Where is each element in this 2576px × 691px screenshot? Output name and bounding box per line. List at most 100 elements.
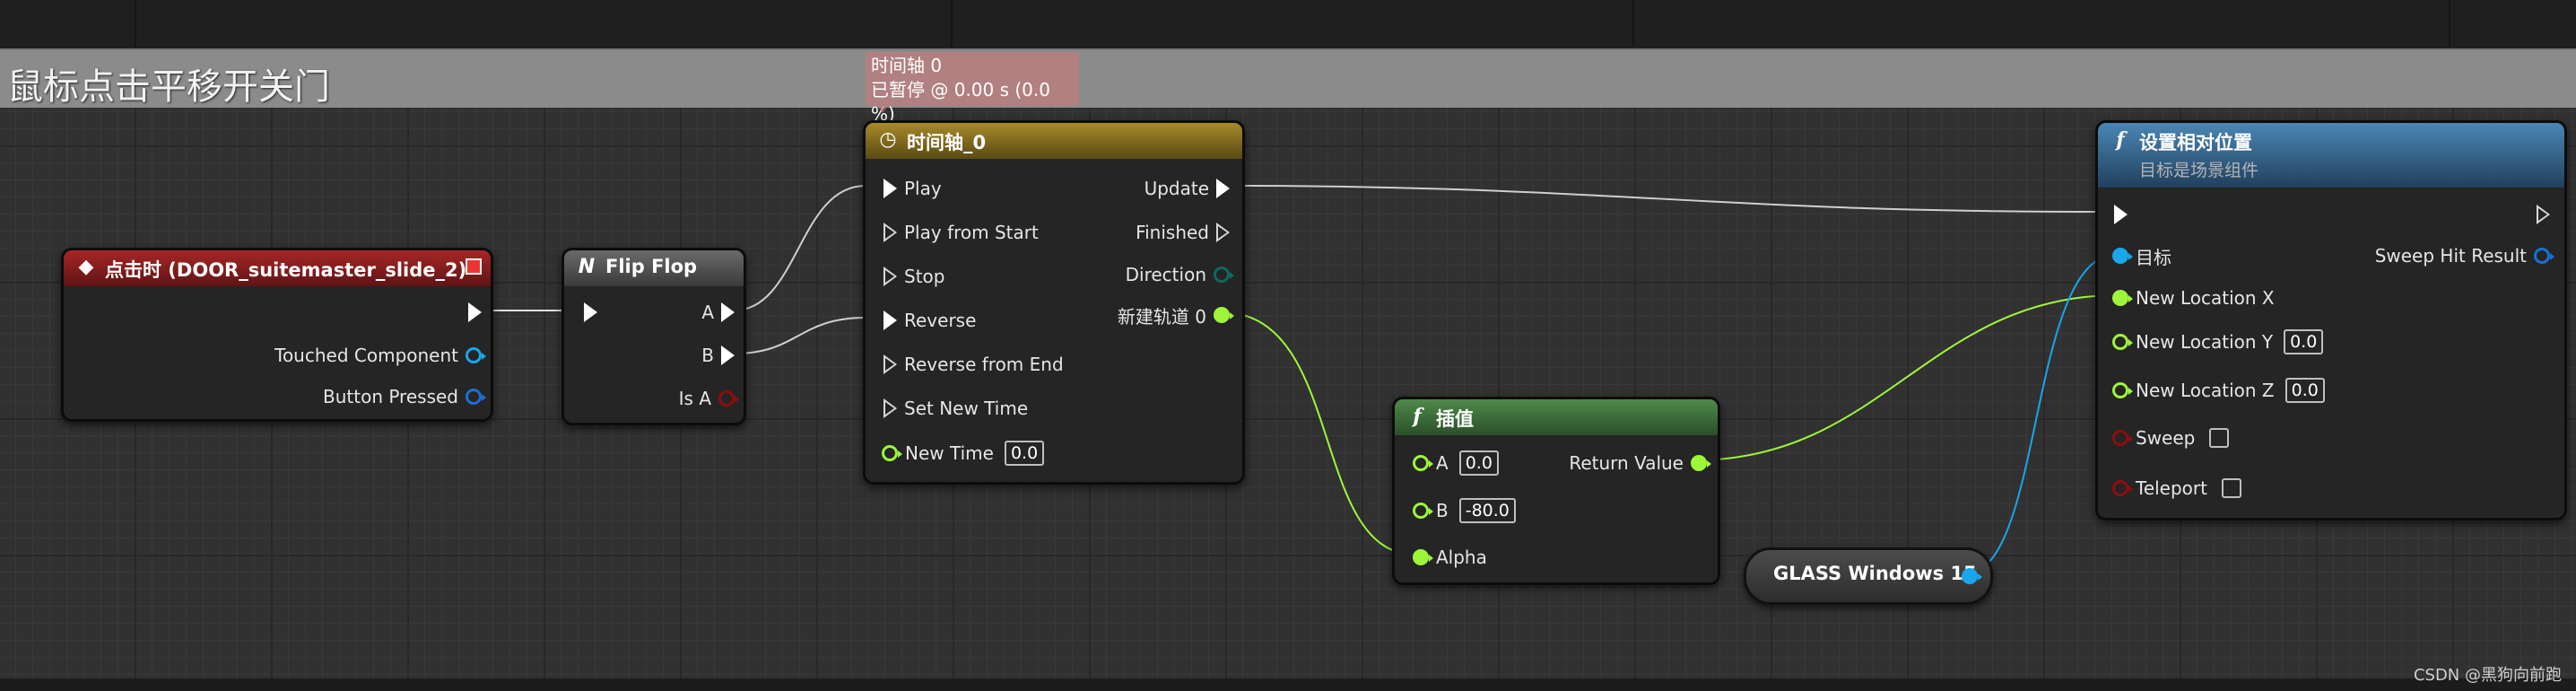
- reverse-from-end-pin[interactable]: Reverse from End: [883, 349, 1071, 380]
- variable-label: GLASS Windows 15: [1773, 563, 1977, 584]
- new-location-x-pin[interactable]: New Location X: [2112, 283, 2282, 313]
- object-pin-icon: [2112, 248, 2133, 264]
- flipflop-node-header[interactable]: N Flip Flop: [564, 250, 744, 286]
- flipflop-exec-in-pin[interactable]: [584, 297, 597, 328]
- delegate-pin-icon[interactable]: [466, 258, 482, 275]
- grid-major-line: [951, 0, 953, 47]
- stop-pin[interactable]: Stop: [883, 261, 952, 292]
- bool-pin-icon: [718, 390, 739, 407]
- new-location-y-pin[interactable]: New Location Y 0.0: [2112, 327, 2324, 357]
- event-exec-out-pin[interactable]: [468, 297, 482, 328]
- new-time-pin[interactable]: New Time 0.0: [882, 438, 1045, 468]
- graph-top-strip: [0, 0, 2576, 48]
- event-diamond-icon: ◆: [78, 256, 94, 278]
- pin-label: Sweep: [2136, 427, 2196, 449]
- enum-pin-icon: [1214, 267, 1234, 283]
- lerp-a-value-field[interactable]: 0.0: [1458, 450, 1499, 476]
- flipflop-node[interactable]: N Flip Flop A B Is A: [561, 248, 746, 425]
- pin-label: Update: [1144, 178, 1209, 199]
- tooltip-tail: [877, 106, 888, 113]
- teleport-pin[interactable]: Teleport: [2112, 473, 2241, 503]
- finished-pin[interactable]: Finished: [1128, 217, 1230, 248]
- play-from-start-pin[interactable]: Play from Start: [883, 217, 1046, 248]
- update-pin[interactable]: Update: [1137, 173, 1230, 204]
- setloc-node-header[interactable]: f 设置相对位置 目标是场景组件: [2098, 123, 2564, 188]
- pin-label: Play: [904, 178, 942, 199]
- struct-pin-icon: [2534, 248, 2554, 264]
- flipflop-a-pin[interactable]: A: [694, 297, 735, 328]
- pin-label: Play from Start: [904, 222, 1039, 243]
- watermark-text: CSDN @黑狗向前跑: [2413, 666, 2562, 685]
- timeline-node[interactable]: ◷ 时间轴_0 Play Play from Start Stop Revers…: [863, 120, 1245, 485]
- sweep-pin[interactable]: Sweep: [2112, 423, 2230, 453]
- flipflop-node-title: Flip Flop: [605, 256, 698, 277]
- event-node-header[interactable]: ◆ 点击时 (DOOR_suitemaster_slide_2): [64, 250, 491, 286]
- lerp-alpha-pin[interactable]: Alpha: [1413, 542, 1494, 573]
- pin-label: Teleport: [2136, 477, 2207, 499]
- variable-output-pin[interactable]: [1962, 568, 1982, 584]
- setloc-exec-out-pin[interactable]: [2537, 199, 2550, 230]
- set-new-time-pin[interactable]: Set New Time: [883, 393, 1035, 424]
- new-location-z-pin[interactable]: New Location Z 0.0: [2112, 375, 2325, 406]
- timeline-node-header[interactable]: ◷ 时间轴_0: [866, 123, 1242, 159]
- float-pin-icon: [1413, 455, 1433, 471]
- timeline-node-title: 时间轴_0: [907, 132, 987, 153]
- setloc-exec-in-pin[interactable]: [2114, 199, 2128, 230]
- exec-pin-icon: [883, 398, 897, 418]
- tooltip-line: 已暂停 @ 0.00 s (0.0 %): [871, 79, 1050, 125]
- exec-pin-icon: [883, 179, 897, 198]
- bool-pin-icon: [2112, 480, 2133, 496]
- event-node[interactable]: ◆ 点击时 (DOOR_suitemaster_slide_2) Touched…: [61, 248, 493, 422]
- float-pin-icon: [2112, 382, 2133, 398]
- lerp-a-pin[interactable]: A 0.0: [1413, 448, 1499, 478]
- exec-pin-icon: [2114, 205, 2128, 224]
- lerp-node[interactable]: f 插值 A 0.0 B -80.0 Alpha Return Value: [1392, 397, 1720, 585]
- play-pin[interactable]: Play: [883, 173, 949, 204]
- float-pin-icon: [2112, 334, 2133, 350]
- exec-pin-icon: [468, 302, 482, 322]
- button-pressed-pin[interactable]: Button Pressed: [316, 381, 486, 412]
- object-pin-icon: [1962, 568, 1982, 584]
- teleport-checkbox[interactable]: [2221, 478, 2241, 498]
- exec-pin-icon: [883, 267, 897, 286]
- glass-windows-variable-node[interactable]: GLASS Windows 15: [1744, 547, 1993, 605]
- touched-component-pin[interactable]: Touched Component: [267, 340, 486, 371]
- sweep-checkbox[interactable]: [2209, 428, 2230, 448]
- lerp-b-value-field[interactable]: -80.0: [1458, 498, 1516, 523]
- grid-major-line: [1632, 0, 1634, 47]
- flipflop-is-a-pin[interactable]: Is A: [672, 383, 739, 414]
- new-location-y-value-field[interactable]: 0.0: [2284, 329, 2324, 354]
- lerp-return-pin[interactable]: Return Value: [1562, 448, 1711, 478]
- target-pin[interactable]: 目标: [2112, 241, 2179, 271]
- set-relative-location-node[interactable]: f 设置相对位置 目标是场景组件 目标 Sweep Hit Result New…: [2095, 120, 2567, 520]
- float-pin-icon: [882, 445, 902, 461]
- float-pin-icon: [1214, 307, 1234, 323]
- pin-label: Set New Time: [904, 398, 1029, 419]
- new-time-value-field[interactable]: 0.0: [1004, 441, 1045, 466]
- reverse-pin[interactable]: Reverse: [883, 305, 983, 336]
- timeline-status-tooltip: 时间轴 0 已暂停 @ 0.00 s (0.0 %): [866, 52, 1079, 125]
- pin-label: B: [1436, 500, 1449, 521]
- sweep-hit-result-pin[interactable]: Sweep Hit Result: [2368, 241, 2554, 271]
- comment-header[interactable]: 鼠标点击平移开关门: [0, 50, 2576, 108]
- pin-label: Finished: [1136, 222, 1209, 243]
- pin-label: Stop: [904, 266, 945, 287]
- lerp-b-pin[interactable]: B -80.0: [1413, 495, 1516, 526]
- pin-label: Reverse from End: [904, 354, 1064, 375]
- flipflop-b-pin[interactable]: B: [694, 340, 735, 371]
- pin-label: Return Value: [1569, 452, 1684, 474]
- struct-pin-icon: [466, 389, 486, 405]
- float-pin-icon: [1691, 455, 1711, 471]
- new-location-z-value-field[interactable]: 0.0: [2284, 378, 2325, 403]
- blueprint-graph-canvas[interactable]: 鼠标点击平移开关门 ◆ 点击时 (DOOR_suitemaster_slide_…: [0, 0, 2576, 691]
- exec-pin-icon: [1216, 179, 1230, 198]
- lerp-node-header[interactable]: f 插值: [1395, 399, 1718, 435]
- track-output-pin[interactable]: 新建轨道 0: [1110, 300, 1234, 330]
- exec-pin-icon: [883, 223, 897, 242]
- exec-pin-icon: [584, 302, 597, 322]
- direction-pin[interactable]: Direction: [1118, 259, 1234, 290]
- comment-title[interactable]: 鼠标点击平移开关门: [7, 57, 330, 109]
- grid-major-line: [2449, 0, 2450, 47]
- exec-pin-icon: [2537, 205, 2550, 224]
- pin-label: Sweep Hit Result: [2374, 245, 2527, 267]
